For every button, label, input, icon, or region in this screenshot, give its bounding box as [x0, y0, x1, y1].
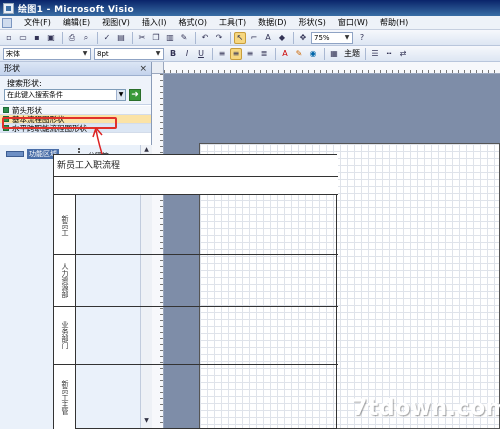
close-icon[interactable]: × — [139, 64, 147, 74]
new-icon[interactable]: ▫ — [3, 32, 15, 44]
lane-separator[interactable] — [54, 306, 338, 307]
chevron-down-icon[interactable]: ▼ — [343, 34, 351, 42]
font-name-combo[interactable]: 宋体 ▼ — [3, 47, 91, 60]
title-bar: 绘图1 - Microsoft Visio — [0, 0, 500, 16]
menu-edit[interactable]: 编辑(E) — [57, 16, 96, 30]
help-icon[interactable]: ? — [356, 32, 368, 44]
chevron-down-icon[interactable]: ▼ — [81, 50, 89, 58]
open-icon[interactable]: ▭ — [17, 32, 29, 44]
line-weight-icon[interactable]: ☰ — [369, 48, 381, 60]
shapes-pane-header: 形状 × — [0, 62, 151, 76]
line-color-icon[interactable]: ✎ — [293, 48, 305, 60]
toolbar-separator — [293, 31, 294, 44]
pan-zoom-icon[interactable]: ✥ — [297, 32, 309, 44]
menu-help[interactable]: 帮助(H) — [374, 16, 414, 30]
text-tool-icon[interactable]: A — [262, 32, 274, 44]
align-left-icon[interactable]: ≡ — [216, 48, 228, 60]
permission-icon[interactable]: ▣ — [45, 32, 57, 44]
toolbar-separator — [212, 47, 213, 60]
redo-icon[interactable]: ↷ — [213, 32, 225, 44]
line-ends-icon[interactable]: ⇄ — [397, 48, 409, 60]
lane-label-supervisor[interactable]: 新员工主管 — [54, 365, 76, 429]
format-painter-icon[interactable]: ✎ — [178, 32, 190, 44]
ruler-corner — [152, 62, 164, 74]
shapes-pane-title: 形状 — [4, 64, 20, 73]
functional-band-thumbnail — [6, 151, 24, 157]
undo-icon[interactable]: ↶ — [199, 32, 211, 44]
toolbar-separator — [132, 31, 133, 44]
menu-insert[interactable]: 插入(I) — [136, 16, 173, 30]
theme-icon[interactable]: ▦ — [328, 48, 340, 60]
standard-toolbar: ▫ ▭ ▪ ▣ ⎙ ⌕ ✓ ▤ ✂ ❐ ▥ ✎ ↶ ↷ ↖ ⌐ A ◆ ✥ 75… — [0, 30, 500, 46]
print-icon[interactable]: ⎙ — [66, 32, 78, 44]
menu-tools[interactable]: 工具(T) — [213, 16, 252, 30]
menu-format[interactable]: 格式(O) — [172, 16, 213, 30]
research-icon[interactable]: ▤ — [115, 32, 127, 44]
lane-separator[interactable] — [54, 364, 338, 365]
menu-bar: 文件(F) 编辑(E) 视图(V) 插入(I) 格式(O) 工具(T) 数据(D… — [0, 16, 500, 30]
formatting-toolbar: 宋体 ▼ 8pt ▼ B I U ≡ ≡ ≡ ≣ A ✎ ◉ ▦ 主题 ☰ ┅ … — [0, 46, 500, 62]
toolbar-separator — [275, 47, 276, 60]
search-label: 搜索形状: — [7, 79, 42, 88]
toolbar-separator — [62, 31, 63, 44]
lane-label-new-employee[interactable]: 新员工 — [54, 197, 76, 253]
lane-label-hr[interactable]: 人力资源部 — [54, 255, 76, 305]
cross-functional-flowchart[interactable]: 新员工入职流程 新员工 人力资源部 业务部门 新员工主管 — [53, 154, 338, 429]
window-title: 绘图1 - Microsoft Visio — [18, 4, 134, 15]
lane-label-business-dept[interactable]: 业务部门 — [54, 307, 76, 363]
copy-icon[interactable]: ❐ — [150, 32, 162, 44]
cut-icon[interactable]: ✂ — [136, 32, 148, 44]
underline-button[interactable]: U — [195, 48, 207, 60]
chevron-down-icon[interactable]: ▼ — [116, 90, 125, 100]
toolbar-separator — [195, 31, 196, 44]
watermark: 7tdown.com — [352, 396, 500, 421]
align-right-icon[interactable]: ≡ — [244, 48, 256, 60]
font-size-value: 8pt — [97, 49, 109, 58]
visio-app-icon[interactable] — [3, 2, 14, 14]
fill-color-icon[interactable]: ◉ — [307, 48, 319, 60]
menu-view[interactable]: 视图(V) — [96, 16, 136, 30]
zoom-value: 75% — [314, 33, 330, 42]
horizontal-ruler[interactable] — [164, 62, 500, 74]
font-size-combo[interactable]: 8pt ▼ — [94, 47, 164, 60]
menu-window[interactable]: 窗口(W) — [332, 16, 374, 30]
toolbar-separator — [230, 31, 231, 44]
document-icon[interactable] — [2, 17, 12, 28]
chevron-down-icon[interactable]: ▼ — [154, 50, 162, 58]
menu-file[interactable]: 文件(F) — [18, 16, 57, 30]
menu-data[interactable]: 数据(D) — [252, 16, 292, 30]
search-row: 在此键入搜索条件 ▼ ➜ — [4, 89, 147, 101]
shape-functional-band[interactable]: 功能区域 — [6, 149, 59, 159]
italic-button[interactable]: I — [181, 48, 193, 60]
font-name-value: 宋体 — [6, 49, 20, 58]
theme-button[interactable]: 主题 — [344, 48, 360, 59]
toolbar-separator — [324, 47, 325, 60]
paste-icon[interactable]: ▥ — [164, 32, 176, 44]
lane-separator[interactable] — [54, 254, 338, 255]
search-go-icon[interactable]: ➜ — [129, 89, 141, 101]
spelling-icon[interactable]: ✓ — [101, 32, 113, 44]
shapes-icon[interactable]: ◆ — [276, 32, 288, 44]
font-color-icon[interactable]: A — [279, 48, 291, 60]
connector-tool-icon[interactable]: ⌐ — [248, 32, 260, 44]
save-icon[interactable]: ▪ — [31, 32, 43, 44]
justify-icon[interactable]: ≣ — [258, 48, 270, 60]
toolbar-separator — [97, 31, 98, 44]
search-input[interactable]: 在此键入搜索条件 ▼ — [4, 89, 126, 101]
toolbar-separator — [365, 47, 366, 60]
search-placeholder: 在此键入搜索条件 — [7, 91, 63, 99]
stencil-icon — [3, 107, 9, 113]
line-pattern-icon[interactable]: ┅ — [383, 48, 395, 60]
flowchart-phase-header[interactable] — [54, 177, 338, 195]
search-section: 搜索形状: 在此键入搜索条件 ▼ ➜ — [0, 76, 151, 105]
menu-shape[interactable]: 形状(S) — [293, 16, 332, 30]
pointer-tool-icon[interactable]: ↖ — [234, 31, 246, 44]
zoom-combo[interactable]: 75% ▼ — [311, 31, 353, 44]
flowchart-title[interactable]: 新员工入职流程 — [54, 155, 338, 177]
bold-button[interactable]: B — [167, 48, 179, 60]
print-preview-icon[interactable]: ⌕ — [80, 32, 92, 44]
align-center-icon[interactable]: ≡ — [230, 47, 242, 60]
